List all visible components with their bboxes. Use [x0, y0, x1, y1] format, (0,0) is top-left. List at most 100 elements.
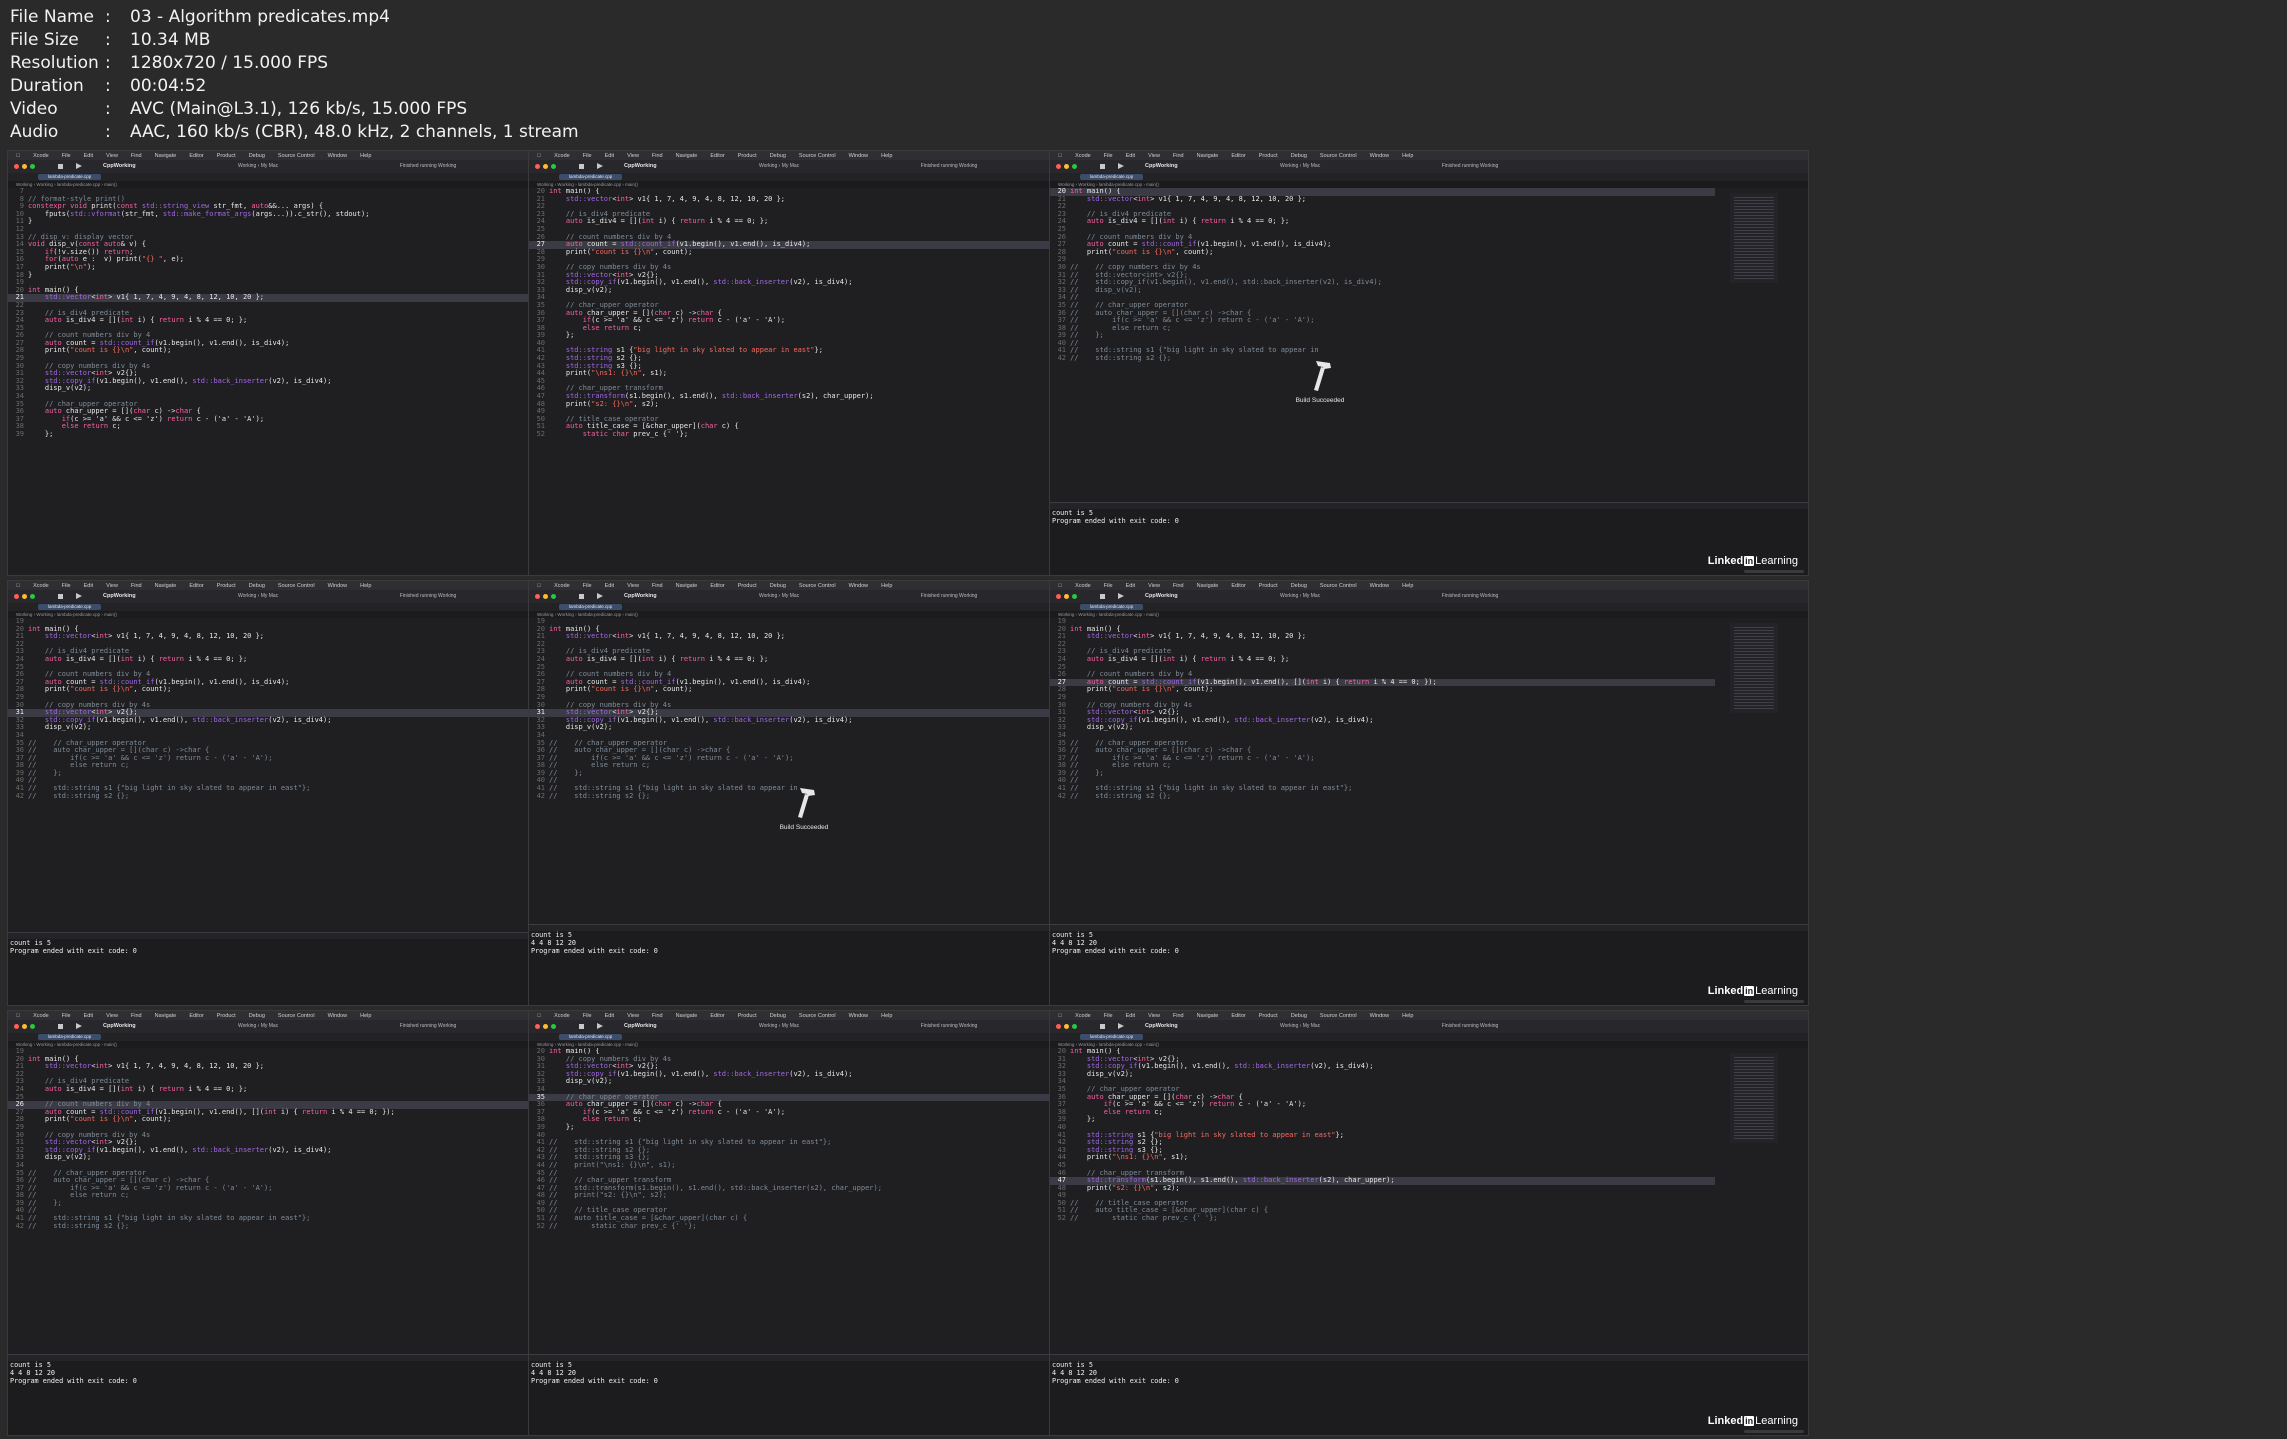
stop-icon[interactable] — [58, 1024, 63, 1029]
menu-item[interactable]: Find — [652, 1013, 663, 1019]
menu-item[interactable]: Navigate — [155, 583, 177, 589]
menu-item[interactable]: Editor — [189, 1013, 203, 1019]
close-button[interactable] — [1056, 1024, 1061, 1029]
menu-item[interactable]: Debug — [770, 583, 786, 589]
console-filter[interactable] — [1744, 1430, 1804, 1433]
menu-item[interactable]: Navigate — [155, 1013, 177, 1019]
menu-item[interactable]: Product — [738, 583, 757, 589]
menu-item[interactable]: Xcode — [33, 583, 49, 589]
debug-console[interactable]: count is 54 4 8 12 20 Program ended with … — [1050, 1354, 1808, 1435]
menu-item[interactable]: Help — [881, 153, 892, 159]
menu-item[interactable]: Window — [849, 1013, 869, 1019]
menu-item[interactable]: Navigate — [676, 583, 698, 589]
menu-item[interactable]: Edit — [605, 153, 614, 159]
menu-item[interactable]: Debug — [249, 583, 265, 589]
console-filter[interactable] — [1744, 1000, 1804, 1003]
menu-item[interactable]: Source Control — [799, 153, 836, 159]
menu-item[interactable]: Editor — [189, 583, 203, 589]
run-destination[interactable]: Working › My Mac — [1280, 163, 1320, 169]
menu-item[interactable]: Product — [1259, 583, 1278, 589]
menu-item[interactable]: Product — [1259, 153, 1278, 159]
menu-item[interactable]: Edit — [1126, 153, 1135, 159]
menu-item[interactable]: Window — [328, 153, 348, 159]
zoom-button[interactable] — [30, 1024, 35, 1029]
jump-bar[interactable]: Working › Working › lambda-predicate.cpp… — [1050, 1041, 1808, 1048]
minimize-button[interactable] — [543, 164, 548, 169]
close-button[interactable] — [535, 164, 540, 169]
zoom-button[interactable] — [1072, 164, 1077, 169]
menu-item[interactable]: Edit — [84, 583, 93, 589]
minimize-button[interactable] — [22, 164, 27, 169]
scheme-name[interactable]: CppWorking — [1145, 593, 1178, 599]
minimize-button[interactable] — [543, 1024, 548, 1029]
menu-item[interactable]: File — [62, 1013, 71, 1019]
menu-item[interactable]: Find — [1173, 1013, 1184, 1019]
menu-item[interactable]: Debug — [770, 153, 786, 159]
menu-item[interactable]: Source Control — [799, 1013, 836, 1019]
run-icon[interactable] — [1118, 163, 1124, 169]
menu-item[interactable]: Edit — [605, 1013, 614, 1019]
menu-item[interactable]: View — [1148, 1013, 1160, 1019]
stop-icon[interactable] — [579, 164, 584, 169]
menu-item[interactable]: Find — [652, 153, 663, 159]
menu-item[interactable]: Edit — [84, 1013, 93, 1019]
close-button[interactable] — [1056, 164, 1061, 169]
menu-item[interactable]: Debug — [1291, 1013, 1307, 1019]
zoom-button[interactable] — [1072, 594, 1077, 599]
menu-item[interactable]: Navigate — [1197, 1013, 1219, 1019]
scheme-name[interactable]: CppWorking — [1145, 1023, 1178, 1029]
menu-item[interactable]: Window — [328, 1013, 348, 1019]
menu-item[interactable]: Window — [1370, 1013, 1390, 1019]
menu-item[interactable]: Help — [360, 583, 371, 589]
menu-item[interactable]: Navigate — [676, 1013, 698, 1019]
menu-item[interactable]: Navigate — [676, 153, 698, 159]
run-destination[interactable]: Working › My Mac — [238, 593, 278, 599]
menu-item[interactable]: Window — [849, 153, 869, 159]
menu-item[interactable]: Find — [1173, 583, 1184, 589]
scheme-name[interactable]: CppWorking — [103, 163, 136, 169]
menu-item[interactable]: Navigate — [1197, 153, 1219, 159]
menu-item[interactable]: Edit — [1126, 1013, 1135, 1019]
code-minimap[interactable] — [1730, 623, 1778, 713]
minimize-button[interactable] — [543, 594, 548, 599]
run-icon[interactable] — [1118, 1023, 1124, 1029]
menu-item[interactable]: View — [106, 1013, 118, 1019]
file-tab[interactable]: lambda-predicate.cpp — [1080, 174, 1144, 180]
code-editor[interactable]: 20 int main() {21 std::vector<int> v1{ 1,… — [1050, 188, 1715, 503]
menu-item[interactable]: Find — [131, 1013, 142, 1019]
file-tab[interactable]: lambda-predicate.cpp — [559, 604, 623, 610]
run-icon[interactable] — [597, 1023, 603, 1029]
menu-item[interactable]: Xcode — [554, 583, 570, 589]
menu-item[interactable]: Xcode — [33, 1013, 49, 1019]
menu-item[interactable]: Editor — [1231, 583, 1245, 589]
run-destination[interactable]: Working › My Mac — [759, 593, 799, 599]
minimize-button[interactable] — [1064, 1024, 1069, 1029]
menu-item[interactable]: Help — [1402, 153, 1413, 159]
menu-item[interactable]: Source Control — [1320, 153, 1357, 159]
menu-item[interactable]: Source Control — [1320, 1013, 1357, 1019]
menu-item[interactable]: Edit — [1126, 583, 1135, 589]
menu-item[interactable]: Xcode — [33, 153, 49, 159]
menu-item[interactable]: Find — [652, 583, 663, 589]
menu-item[interactable]: Help — [1402, 583, 1413, 589]
menu-item[interactable]: View — [627, 1013, 639, 1019]
run-destination[interactable]: Working › My Mac — [238, 1023, 278, 1029]
zoom-button[interactable] — [551, 594, 556, 599]
file-tab[interactable]: lambda-predicate.cpp — [1080, 1034, 1144, 1040]
console-filter[interactable] — [1744, 570, 1804, 573]
menu-item[interactable]: Editor — [1231, 1013, 1245, 1019]
menu-item[interactable]: Debug — [1291, 153, 1307, 159]
menu-item[interactable]: Editor — [1231, 153, 1245, 159]
minimize-button[interactable] — [22, 1024, 27, 1029]
close-button[interactable] — [14, 1024, 19, 1029]
file-tab[interactable]: lambda-predicate.cpp — [38, 174, 102, 180]
run-icon[interactable] — [76, 1023, 82, 1029]
zoom-button[interactable] — [1072, 1024, 1077, 1029]
menu-item[interactable]: Editor — [710, 153, 724, 159]
run-icon[interactable] — [76, 163, 82, 169]
run-icon[interactable] — [1118, 593, 1124, 599]
run-destination[interactable]: Working › My Mac — [759, 163, 799, 169]
menu-item[interactable]: Debug — [1291, 583, 1307, 589]
run-destination[interactable]: Working › My Mac — [238, 163, 278, 169]
menu-item[interactable]: Help — [1402, 1013, 1413, 1019]
